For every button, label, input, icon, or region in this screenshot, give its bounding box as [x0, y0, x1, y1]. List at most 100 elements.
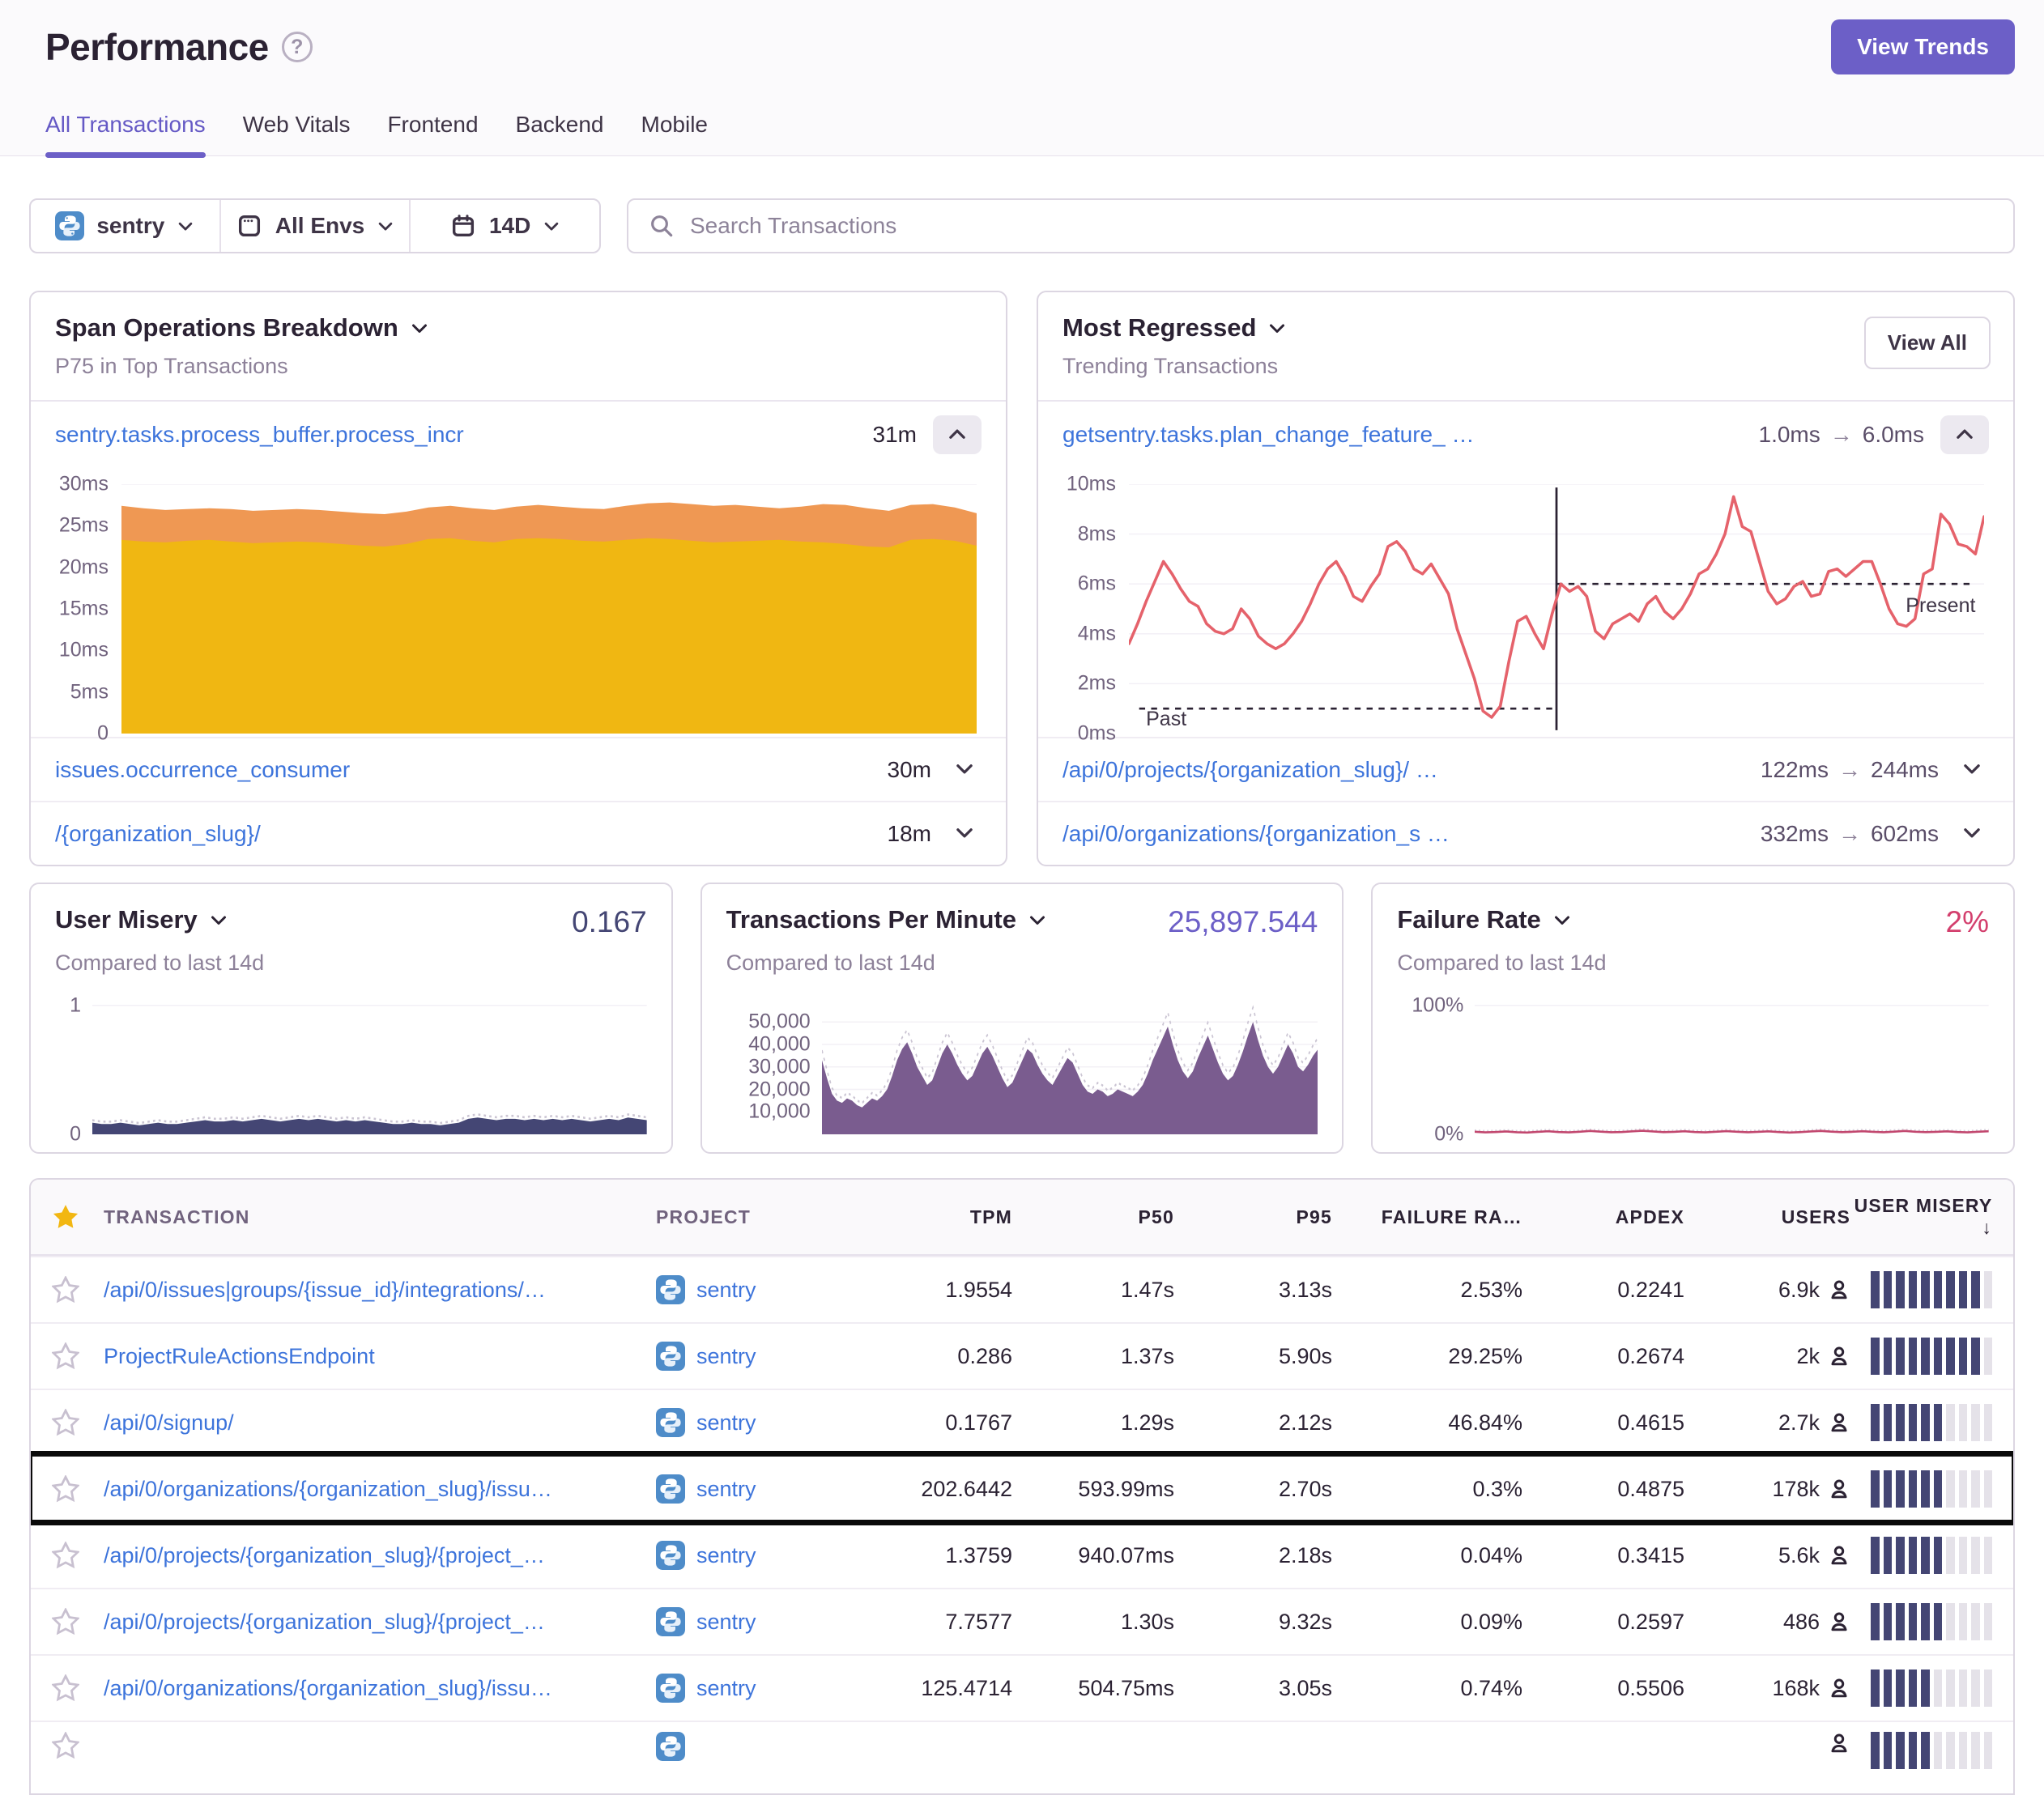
- python-project-icon: [656, 1607, 685, 1636]
- star-icon[interactable]: [52, 1409, 104, 1436]
- project-link[interactable]: [656, 1732, 858, 1761]
- expand-button[interactable]: [1955, 819, 1989, 849]
- failure-rate-value: 29.25%: [1332, 1344, 1522, 1369]
- most-regressed-title-dropdown[interactable]: Most Regressed: [1062, 313, 1989, 342]
- regression-link[interactable]: /api/0/organizations/{organization_s …: [1062, 821, 1450, 847]
- table-row[interactable]: /api/0/projects/{organization_slug}/{pro…: [31, 1588, 2013, 1654]
- table-row[interactable]: /api/0/organizations/{organization_slug}…: [31, 1654, 2013, 1721]
- project-link[interactable]: sentry: [656, 1607, 858, 1636]
- span-op-value: 30m: [888, 757, 931, 783]
- project-link[interactable]: sentry: [656, 1342, 858, 1371]
- failure-rate-title: Failure Rate: [1397, 905, 1540, 934]
- user-misery-subtitle: Compared to last 14d: [55, 951, 647, 976]
- tab-all-transactions[interactable]: All Transactions: [45, 112, 206, 155]
- column-apdex[interactable]: APDEX: [1522, 1206, 1684, 1228]
- star-icon[interactable]: [52, 1342, 104, 1370]
- chevron-down-icon: [410, 318, 429, 338]
- column-users[interactable]: USERS: [1684, 1206, 1850, 1228]
- table-row[interactable]: ProjectRuleActionsEndpoint sentry 0.286 …: [31, 1322, 2013, 1389]
- tab-frontend[interactable]: Frontend: [387, 112, 478, 155]
- transaction-link[interactable]: /api/0/signup/: [104, 1410, 656, 1436]
- failure-rate-value: 46.84%: [1332, 1410, 1522, 1436]
- p50-value: 1.29s: [1012, 1410, 1174, 1436]
- tab-web-vitals[interactable]: Web Vitals: [243, 112, 351, 155]
- table-row[interactable]: /api/0/organizations/{organization_slug}…: [31, 1455, 2013, 1521]
- column-p95[interactable]: P95: [1174, 1206, 1332, 1228]
- help-icon[interactable]: ?: [282, 32, 313, 62]
- arrow-right-icon: →: [1838, 757, 1861, 783]
- column-user-misery-sorted[interactable]: USER MISERY ↓: [1850, 1195, 1992, 1239]
- users-value: 168k: [1772, 1676, 1820, 1701]
- tab-backend[interactable]: Backend: [516, 112, 604, 155]
- span-op-link[interactable]: sentry.tasks.process_buffer.process_incr: [55, 422, 464, 448]
- collapse-button[interactable]: [1940, 415, 1989, 454]
- span-op-link[interactable]: /{organization_slug}/: [55, 821, 261, 847]
- tab-mobile[interactable]: Mobile: [641, 112, 708, 155]
- transaction-link[interactable]: /api/0/issues|groups/{issue_id}/integrat…: [104, 1278, 656, 1303]
- date-range-filter-label: 14D: [489, 213, 530, 239]
- project-link[interactable]: sentry: [656, 1275, 858, 1304]
- table-row[interactable]: /api/0/projects/{organization_slug}/{pro…: [31, 1521, 2013, 1588]
- column-transaction[interactable]: TRANSACTION: [104, 1206, 656, 1228]
- transaction-link[interactable]: /api/0/organizations/{organization_slug}…: [104, 1477, 656, 1502]
- expand-button[interactable]: [947, 819, 982, 849]
- transaction-link[interactable]: /api/0/organizations/{organization_slug}…: [104, 1676, 656, 1701]
- view-all-button[interactable]: View All: [1864, 317, 1991, 369]
- apdex-value: 0.3415: [1522, 1543, 1684, 1568]
- expand-button[interactable]: [1955, 755, 1989, 785]
- expand-button[interactable]: [947, 755, 982, 785]
- project-filter[interactable]: sentry: [31, 200, 219, 252]
- chevron-down-icon: [1028, 910, 1047, 929]
- environment-filter[interactable]: All Envs: [219, 200, 410, 252]
- project-link[interactable]: sentry: [656, 1674, 858, 1703]
- python-project-icon: [55, 211, 84, 240]
- span-ops-panel: Span Operations Breakdown P75 in Top Tra…: [29, 291, 1007, 866]
- apdex-value: 0.4875: [1522, 1477, 1684, 1502]
- python-project-icon: [656, 1474, 685, 1504]
- page-header: Performance ? View Trends All Transactio…: [0, 0, 2044, 156]
- span-op-link[interactable]: issues.occurrence_consumer: [55, 757, 350, 783]
- star-icon[interactable]: [52, 1674, 104, 1702]
- project-link[interactable]: sentry: [656, 1541, 858, 1570]
- project-link[interactable]: sentry: [656, 1474, 858, 1504]
- p50-value: 504.75ms: [1012, 1676, 1174, 1701]
- transaction-link[interactable]: ProjectRuleActionsEndpoint: [104, 1344, 656, 1369]
- past-label: Past: [1146, 708, 1186, 731]
- star-icon[interactable]: [52, 1732, 104, 1759]
- tpm-title-dropdown[interactable]: Transactions Per Minute: [726, 905, 1047, 934]
- view-trends-button[interactable]: View Trends: [1831, 19, 2015, 74]
- project-link[interactable]: sentry: [656, 1408, 858, 1437]
- star-icon[interactable]: [52, 1276, 104, 1304]
- span-ops-y-axis: 30ms25ms20ms15ms10ms5ms0: [42, 484, 121, 734]
- failure-rate-title-dropdown[interactable]: Failure Rate: [1397, 905, 1571, 934]
- date-range-filter[interactable]: 14D: [409, 200, 599, 252]
- column-project[interactable]: PROJECT: [656, 1206, 858, 1228]
- regression-link[interactable]: /api/0/projects/{organization_slug}/ …: [1062, 757, 1438, 783]
- chevron-down-icon: [177, 217, 194, 235]
- p95-value: 3.05s: [1174, 1676, 1332, 1701]
- person-icon: [1828, 1478, 1850, 1500]
- star-icon[interactable]: [52, 1608, 104, 1635]
- regression-link[interactable]: getsentry.tasks.plan_change_feature_ …: [1062, 422, 1474, 448]
- python-project-icon: [656, 1342, 685, 1371]
- failure-rate-subtitle: Compared to last 14d: [1397, 951, 1989, 976]
- search-input[interactable]: [688, 212, 1992, 240]
- column-p50[interactable]: P50: [1012, 1206, 1174, 1228]
- transaction-link[interactable]: /api/0/projects/{organization_slug}/{pro…: [104, 1610, 656, 1635]
- transaction-link[interactable]: /api/0/projects/{organization_slug}/{pro…: [104, 1543, 656, 1568]
- user-misery-title-dropdown[interactable]: User Misery: [55, 905, 228, 934]
- table-row[interactable]: [31, 1721, 2013, 1793]
- column-failure-rate[interactable]: FAILURE RA…: [1332, 1206, 1522, 1228]
- most-regressed-subtitle: Trending Transactions: [1062, 354, 1989, 379]
- calendar-icon: [449, 212, 477, 240]
- table-row[interactable]: /api/0/signup/ sentry 0.1767 1.29s 2.12s…: [31, 1389, 2013, 1455]
- star-icon[interactable]: [52, 1475, 104, 1503]
- table-row[interactable]: /api/0/issues|groups/{issue_id}/integrat…: [31, 1256, 2013, 1322]
- column-tpm[interactable]: TPM: [858, 1206, 1012, 1228]
- environment-filter-label: All Envs: [275, 213, 364, 239]
- collapse-button[interactable]: [933, 415, 982, 454]
- key-transactions-star-icon[interactable]: [52, 1203, 104, 1231]
- table-header: TRANSACTION PROJECT TPM P50 P95 FAILURE …: [31, 1180, 2013, 1256]
- span-ops-title-dropdown[interactable]: Span Operations Breakdown: [55, 313, 982, 342]
- star-icon[interactable]: [52, 1542, 104, 1569]
